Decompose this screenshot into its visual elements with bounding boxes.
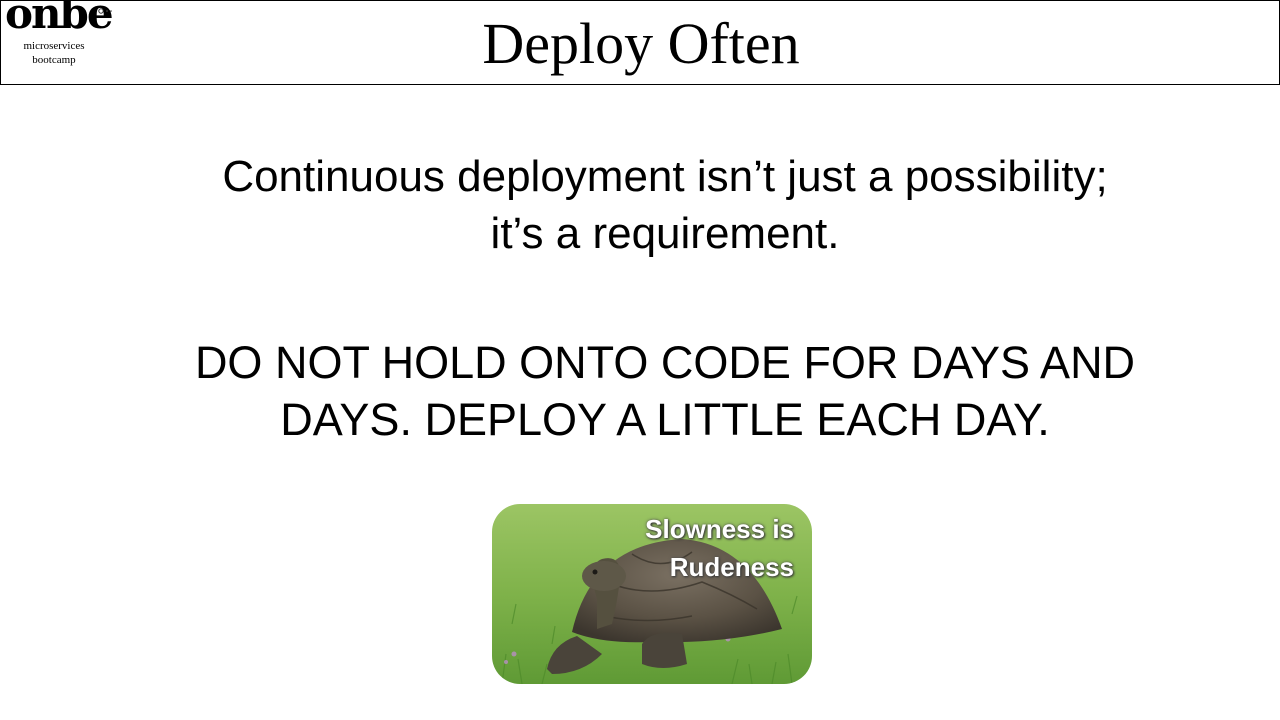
caption-line-2: Rudeness	[669, 552, 794, 582]
slide-title: Deploy Often	[482, 11, 800, 76]
emphasis-line-2: DAYS. DEPLOY A LITTLE EACH DAY.	[280, 394, 1050, 445]
tortoise-eye	[592, 569, 598, 575]
caption-line-1: Slowness is	[645, 514, 794, 544]
emphasis-line-1: DO NOT HOLD ONTO CODE FOR DAYS AND	[194, 337, 1136, 388]
emphasis-block: DO NOT HOLD ONTO CODE FOR DAYS AND DAYS.…	[140, 334, 1190, 448]
slide-header: onbe microservices bootcamp Deploy Often	[0, 0, 1280, 85]
statement-line-1: Continuous deployment isn’t just a possi…	[222, 152, 1108, 201]
statement-line-2: it’s a requirement.	[490, 209, 840, 258]
tortoise-photo: Slowness is Rudeness	[492, 504, 812, 684]
tortoise-back-leg	[642, 632, 687, 668]
statement-block: Continuous deployment isn’t just a possi…	[140, 148, 1190, 262]
image-caption: Slowness is Rudeness	[645, 510, 794, 586]
tortoise-head	[582, 561, 626, 591]
